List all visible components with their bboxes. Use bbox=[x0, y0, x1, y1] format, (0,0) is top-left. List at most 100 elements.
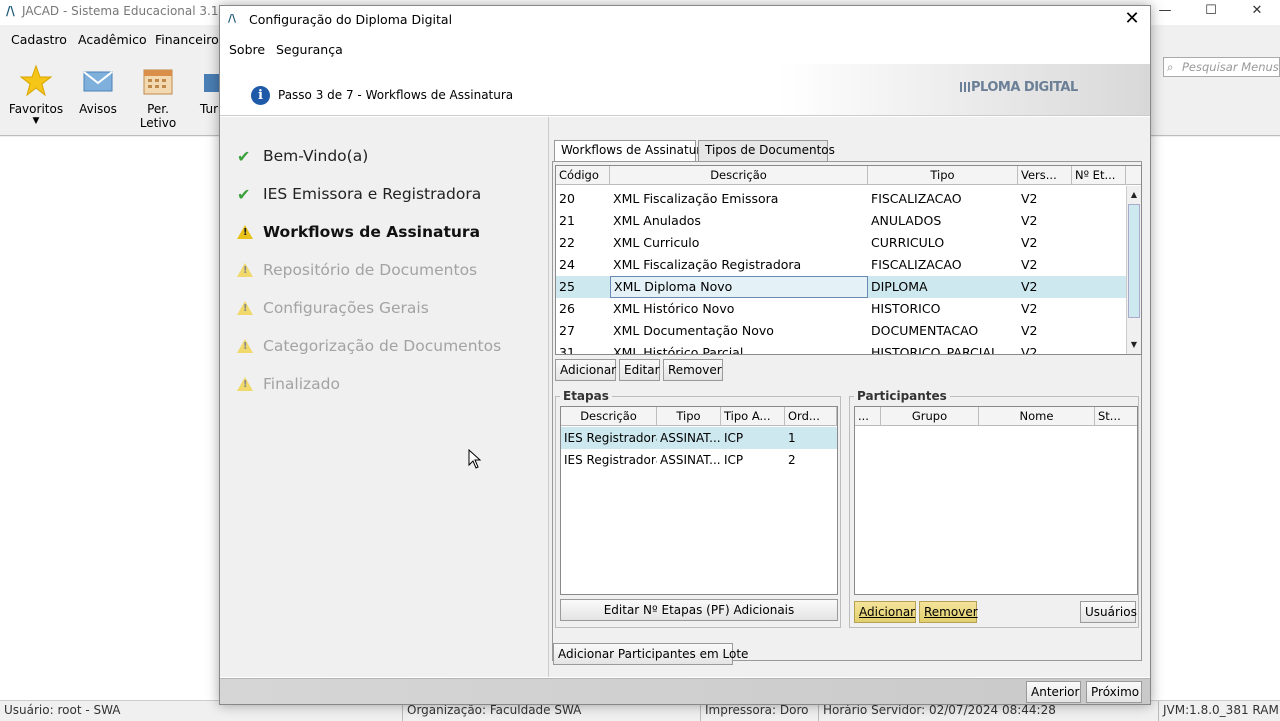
step-content: Workflows de Assinatura Tipos de Documen… bbox=[549, 117, 1150, 677]
table-header: ... Grupo Nome St... bbox=[855, 407, 1137, 426]
table-row[interactable]: 22 XML Curriculo CURRICULO V2 bbox=[556, 232, 1141, 254]
previous-button[interactable]: Anterior bbox=[1026, 681, 1081, 703]
participant-add-button[interactable]: Adicionar bbox=[854, 601, 916, 623]
table-row[interactable]: 24 XML Fiscalização Registradora FISCALIZA… bbox=[556, 254, 1141, 276]
batch-add-participants-button[interactable]: Adicionar Participantes em Lote bbox=[553, 643, 748, 665]
participant-users-button[interactable]: Usuários bbox=[1080, 601, 1137, 623]
table-row[interactable]: 21 XML Anulados ANULADOS V2 bbox=[556, 210, 1141, 232]
column-header[interactable]: Grupo bbox=[881, 407, 979, 426]
warning-icon bbox=[237, 263, 253, 277]
table-cell: V2 bbox=[1021, 235, 1038, 250]
table-cell: 2 bbox=[788, 453, 796, 467]
table-cell: IES Registradora... bbox=[564, 453, 657, 467]
table-cell bbox=[1072, 210, 1126, 232]
table-cell: HISTORICO_PARCIAL bbox=[871, 345, 998, 355]
warning-icon bbox=[237, 339, 253, 353]
column-header[interactable]: ... bbox=[855, 407, 881, 426]
table-cell: V2 bbox=[1021, 191, 1038, 206]
participantes-group: Participantes ... Grupo Nome St... Adici… bbox=[849, 389, 1139, 628]
menu-financeiro[interactable]: Financeiro bbox=[155, 32, 219, 47]
table-row[interactable]: 27 XML Documentação Novo DOCUMENTACAO V2 bbox=[556, 320, 1141, 342]
menu-seguranca[interactable]: Segurança bbox=[276, 42, 343, 57]
close-icon[interactable]: ✕ bbox=[1120, 8, 1144, 32]
scroll-down-icon[interactable]: ▼ bbox=[1127, 338, 1141, 352]
app-logo-icon: /\ bbox=[228, 12, 237, 25]
dialog-titlebar: /\ Configuração do Diploma Digital ✕ bbox=[220, 6, 1150, 34]
table-cell bbox=[1072, 276, 1126, 298]
column-header[interactable]: Código bbox=[556, 166, 610, 185]
menu-academico[interactable]: Acadêmico bbox=[78, 32, 147, 47]
table-cell bbox=[1072, 232, 1126, 254]
main-window-title: JACAD - Sistema Educacional 3.1.54 bbox=[22, 4, 238, 18]
table-cell: 31 bbox=[559, 345, 575, 355]
table-cell: 21 bbox=[559, 213, 575, 228]
close-window-icon[interactable]: ✕ bbox=[1234, 0, 1280, 25]
table-row[interactable]: 25 XML Diploma Novo DIPLOMA V2 bbox=[556, 276, 1141, 298]
table-cell bbox=[1072, 342, 1126, 354]
etapas-table[interactable]: Descrição Tipo Tipo A... Ord... IES Regi… bbox=[560, 406, 838, 595]
workflow-remove-button[interactable]: Remover bbox=[663, 359, 723, 381]
table-cell: DIPLOMA bbox=[871, 279, 928, 294]
step-label: Workflows de Assinatura bbox=[263, 223, 481, 241]
column-header[interactable]: Vers... bbox=[1018, 166, 1072, 185]
menu-cadastro[interactable]: Cadastro bbox=[11, 32, 67, 47]
tab-workflows[interactable]: Workflows de Assinatura bbox=[554, 140, 709, 162]
table-cell: ICP bbox=[724, 431, 744, 445]
participantes-table[interactable]: ... Grupo Nome St... bbox=[854, 406, 1138, 595]
workflow-add-button[interactable]: Adicionar bbox=[555, 359, 616, 381]
dialog-menubar: Sobre Segurança bbox=[220, 38, 1150, 60]
edit-etapas-button[interactable]: Editar Nº Etapas (PF) Adicionais bbox=[560, 599, 838, 621]
table-cell bbox=[1072, 188, 1126, 210]
step-label: Categorização de Documentos bbox=[263, 337, 502, 355]
column-header[interactable]: Descrição bbox=[610, 166, 868, 185]
column-header[interactable]: Nº Et... bbox=[1072, 166, 1126, 185]
toolbar-favoritos[interactable]: Favoritos ▼ bbox=[8, 64, 64, 126]
maximize-icon[interactable]: ☐ bbox=[1188, 0, 1234, 25]
toolbar-turmas[interactable]: Tur bbox=[198, 64, 220, 116]
table-cell bbox=[1072, 254, 1126, 276]
mouse-cursor-icon bbox=[468, 448, 482, 472]
table-cell: XML Documentação Novo bbox=[613, 323, 774, 338]
table-cell: ICP bbox=[724, 453, 744, 467]
diploma-config-dialog: /\ Configuração do Diploma Digital ✕ Sob… bbox=[219, 5, 1151, 705]
toolbar-avisos[interactable]: Avisos bbox=[78, 64, 118, 116]
participantes-title: Participantes bbox=[854, 389, 950, 403]
participant-remove-button[interactable]: Remover bbox=[919, 601, 978, 623]
toolbar-per-letivo[interactable]: Per. Letivo bbox=[128, 64, 188, 130]
table-cell: ANULADOS bbox=[871, 213, 942, 228]
step-label: Repositório de Documentos bbox=[263, 261, 478, 279]
column-header[interactable]: Tipo bbox=[657, 407, 721, 426]
menu-sobre[interactable]: Sobre bbox=[229, 42, 265, 57]
tab-tipos-documentos[interactable]: Tipos de Documentos bbox=[698, 140, 835, 161]
table-row[interactable]: IES Registradora...ASSINAT...ICP 2 bbox=[561, 449, 837, 471]
table-cell: HISTORICO bbox=[871, 301, 941, 316]
toolbar-per-letivo-label: Per. Letivo bbox=[139, 102, 177, 130]
column-header[interactable]: Tipo bbox=[868, 166, 1018, 185]
table-cell: V2 bbox=[1021, 323, 1038, 338]
column-header[interactable]: St... bbox=[1095, 407, 1137, 426]
table-row[interactable]: 26 XML Histórico Novo HISTORICO V2 bbox=[556, 298, 1141, 320]
table-cell: XML Histórico Parcial bbox=[613, 345, 744, 355]
status-jvm: JVM:1.8.0_381 RAM:22 bbox=[1158, 701, 1280, 721]
column-header[interactable]: Ord... bbox=[785, 407, 837, 426]
table-row[interactable]: 31 XML Histórico Parcial HISTORICO_PARCIAL… bbox=[556, 342, 1141, 355]
table-cell: 24 bbox=[559, 257, 575, 272]
workflows-scrollbar[interactable]: ▲ ▼ bbox=[1126, 186, 1141, 354]
table-row[interactable]: IES Registradora...ASSINAT...ICP 1 bbox=[561, 427, 837, 449]
scroll-up-icon[interactable]: ▲ bbox=[1127, 188, 1141, 202]
workflow-edit-button[interactable]: Editar bbox=[619, 359, 660, 381]
participant-add-label: Adicionar bbox=[859, 605, 916, 619]
column-header[interactable]: Nome bbox=[979, 407, 1095, 426]
column-header[interactable]: Tipo A... bbox=[721, 407, 785, 426]
table-cell: XML Fiscalização Registradora bbox=[613, 257, 802, 272]
column-header[interactable]: Descrição bbox=[561, 407, 657, 426]
chevron-down-icon[interactable]: ▼ bbox=[8, 116, 64, 126]
scrollbar-thumb[interactable] bbox=[1128, 204, 1140, 318]
step-label: Bem-Vindo(a) bbox=[263, 147, 369, 165]
warning-icon bbox=[237, 377, 253, 391]
table-cell: V2 bbox=[1021, 213, 1038, 228]
workflows-table[interactable]: Código Descrição Tipo Vers... Nº Et... 2… bbox=[555, 165, 1142, 355]
next-button[interactable]: Próximo bbox=[1086, 681, 1142, 703]
table-row[interactable]: 20 XML Fiscalização Emissora FISCALIZACAO V… bbox=[556, 188, 1141, 210]
table-cell: ASSINAT... bbox=[660, 431, 721, 445]
